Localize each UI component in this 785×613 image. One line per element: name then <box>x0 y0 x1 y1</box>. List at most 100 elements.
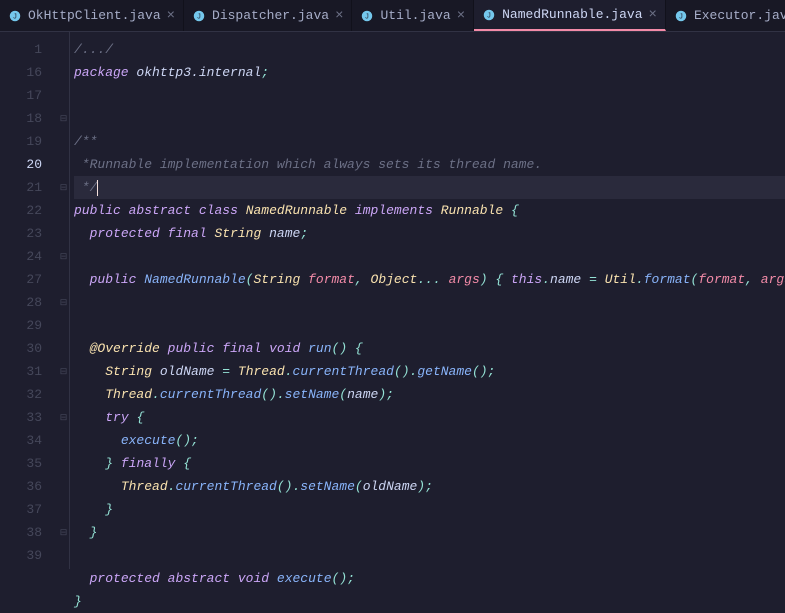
code-text: format <box>644 272 691 287</box>
line-number[interactable]: 38 <box>0 521 58 544</box>
editor-tabs: JOkHttpClient.java×JDispatcher.java×JUti… <box>0 0 785 32</box>
fold-marker[interactable] <box>58 498 69 521</box>
code-text: protected <box>90 226 160 241</box>
fold-marker[interactable]: ⊟ <box>58 176 69 199</box>
fold-marker[interactable] <box>58 38 69 61</box>
fold-marker[interactable]: ⊟ <box>58 291 69 314</box>
fold-gutter[interactable]: ⊟ ⊟ ⊟ ⊟ ⊟ ⊟ ⊟ <box>58 32 70 569</box>
fold-marker[interactable] <box>58 383 69 406</box>
code-text: NamedRunnable <box>246 203 347 218</box>
code-text: Util <box>605 272 636 287</box>
fold-marker[interactable] <box>58 337 69 360</box>
line-number[interactable]: 34 <box>0 429 58 452</box>
line-number[interactable] <box>0 567 58 590</box>
tab-util-java[interactable]: JUtil.java× <box>352 0 474 31</box>
code-text: Thread <box>105 387 152 402</box>
code-text: try <box>105 410 128 425</box>
close-icon[interactable]: × <box>335 9 343 23</box>
code-text: finally <box>121 456 176 471</box>
line-number-gutter[interactable]: 1161718192021222324272829303132333435363… <box>0 32 58 569</box>
code-text: /** <box>74 134 97 149</box>
code-text: String <box>105 364 152 379</box>
line-number[interactable]: 1 <box>0 38 58 61</box>
line-number[interactable]: 36 <box>0 475 58 498</box>
code-text: void <box>269 341 300 356</box>
fold-marker[interactable] <box>58 199 69 222</box>
line-number[interactable]: 29 <box>0 314 58 337</box>
fold-marker[interactable] <box>58 130 69 153</box>
svg-text:J: J <box>366 13 370 20</box>
code-text: okhttp3.internal <box>129 65 262 80</box>
tab-executor-java[interactable]: JExecutor.java× <box>666 0 785 31</box>
code-text: protected <box>90 571 160 586</box>
line-number[interactable]: 32 <box>0 383 58 406</box>
code-text: this <box>511 272 542 287</box>
fold-marker[interactable]: ⊟ <box>58 406 69 429</box>
line-number[interactable]: 21 <box>0 176 58 199</box>
close-icon[interactable]: × <box>457 9 465 23</box>
line-number[interactable]: 35 <box>0 452 58 475</box>
fold-marker[interactable] <box>58 222 69 245</box>
code-text: args <box>449 272 480 287</box>
close-icon[interactable]: × <box>649 8 657 22</box>
code-text: currentThread <box>175 479 276 494</box>
line-number[interactable]: 17 <box>0 84 58 107</box>
java-file-icon: J <box>674 9 688 23</box>
close-icon[interactable]: × <box>167 9 175 23</box>
tab-namedrunnable-java[interactable]: JNamedRunnable.java× <box>474 0 666 31</box>
code-text: run <box>308 341 331 356</box>
text-cursor <box>97 180 98 196</box>
fold-marker[interactable] <box>58 475 69 498</box>
line-number[interactable]: 23 <box>0 222 58 245</box>
code-text: Thread <box>238 364 285 379</box>
code-text: getName <box>417 364 472 379</box>
code-text: public <box>168 341 215 356</box>
fold-marker[interactable] <box>58 429 69 452</box>
svg-text:J: J <box>197 13 201 20</box>
code-text: Object <box>371 272 418 287</box>
code-text: setName <box>300 479 355 494</box>
line-number[interactable]: 27 <box>0 268 58 291</box>
line-number[interactable]: 22 <box>0 199 58 222</box>
line-number[interactable]: 33 <box>0 406 58 429</box>
line-number[interactable]: 24 <box>0 245 58 268</box>
code-text: currentThread <box>293 364 394 379</box>
code-text: String <box>253 272 300 287</box>
java-file-icon: J <box>8 9 22 23</box>
fold-marker[interactable]: ⊟ <box>58 245 69 268</box>
line-number[interactable]: 28 <box>0 291 58 314</box>
code-text: name <box>347 387 378 402</box>
code-text: execute <box>277 571 332 586</box>
fold-marker[interactable] <box>58 590 69 613</box>
code-text: args <box>761 272 785 287</box>
line-number[interactable]: 16 <box>0 61 58 84</box>
line-number[interactable]: 30 <box>0 337 58 360</box>
fold-marker[interactable]: ⊟ <box>58 360 69 383</box>
tab-dispatcher-java[interactable]: JDispatcher.java× <box>184 0 352 31</box>
fold-marker[interactable]: ⊟ <box>58 521 69 544</box>
fold-marker[interactable] <box>58 153 69 176</box>
fold-marker[interactable] <box>58 84 69 107</box>
fold-marker[interactable] <box>58 268 69 291</box>
fold-marker[interactable] <box>58 61 69 84</box>
fold-marker[interactable] <box>58 314 69 337</box>
code-text: /.../ <box>74 42 113 57</box>
tab-okhttpclient-java[interactable]: JOkHttpClient.java× <box>0 0 184 31</box>
code-content[interactable]: /.../ package okhttp3.internal; /** *Run… <box>70 32 785 569</box>
fold-marker[interactable] <box>58 544 69 567</box>
code-text: currentThread <box>160 387 261 402</box>
line-number[interactable]: 31 <box>0 360 58 383</box>
line-number[interactable]: 18 <box>0 107 58 130</box>
fold-marker[interactable] <box>58 452 69 475</box>
line-number[interactable]: 37 <box>0 498 58 521</box>
code-text: Thread <box>121 479 168 494</box>
code-text: abstract <box>168 571 230 586</box>
line-number[interactable] <box>0 590 58 613</box>
fold-marker[interactable] <box>58 567 69 590</box>
code-text: Runnable implementation which always set… <box>90 157 542 172</box>
fold-marker[interactable]: ⊟ <box>58 107 69 130</box>
line-number[interactable]: 39 <box>0 544 58 567</box>
code-text: Runnable <box>441 203 503 218</box>
line-number[interactable]: 20 <box>0 153 58 176</box>
line-number[interactable]: 19 <box>0 130 58 153</box>
